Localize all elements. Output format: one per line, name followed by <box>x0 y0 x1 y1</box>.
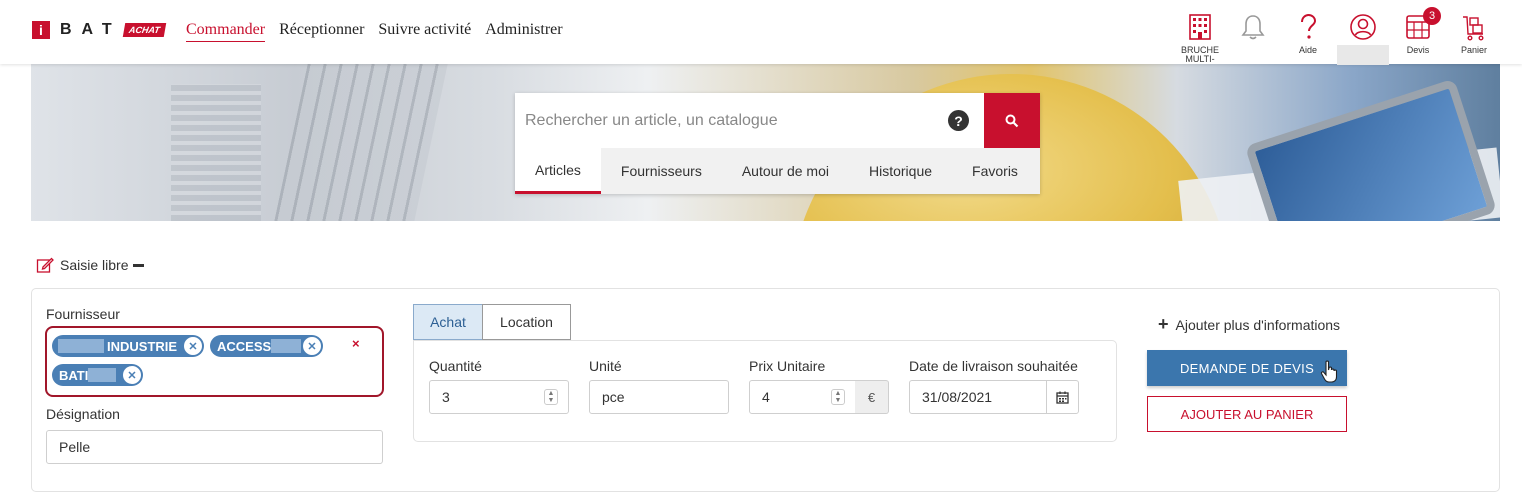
tab-historique[interactable]: Historique <box>849 148 952 194</box>
supplier-name-redacted <box>58 339 104 353</box>
calendar-icon <box>1056 391 1069 404</box>
hand-cursor-icon <box>1320 360 1338 383</box>
cart-link[interactable]: Panier <box>1459 12 1489 55</box>
tab-articles[interactable]: Articles <box>515 148 601 194</box>
supplier-chip-label: BATI <box>59 367 89 383</box>
user-name-redacted <box>1337 45 1389 65</box>
tab-location[interactable]: Location <box>482 304 571 340</box>
nav-commander[interactable]: Commander <box>186 21 266 42</box>
search-input[interactable] <box>515 93 984 148</box>
prix-stepper[interactable]: ▲ ▼ <box>831 389 845 405</box>
remove-chip-icon[interactable]: ✕ <box>302 336 322 356</box>
plus-icon: + <box>1158 314 1169 334</box>
supplier-chip-label: ACCESS <box>217 338 272 354</box>
hero-building-1 <box>171 84 261 221</box>
saisie-libre-label: Saisie libre <box>60 257 129 273</box>
bell-icon <box>1241 15 1265 40</box>
hero-building-2 <box>274 64 448 221</box>
tab-autour-de-moi[interactable]: Autour de moi <box>722 148 849 194</box>
calendar-button[interactable] <box>1046 380 1079 414</box>
quantite-stepper[interactable]: ▲ ▼ <box>544 389 558 405</box>
supplier-name-redacted <box>88 368 117 382</box>
main-nav: Commander Réceptionner Suivre activité A… <box>186 21 563 42</box>
search-icon <box>1005 114 1019 127</box>
quantite-value: 3 <box>442 389 450 405</box>
supplier-chip: ACCESS ✕ <box>210 335 323 357</box>
search-button[interactable] <box>984 93 1040 148</box>
help-label: Aide <box>1298 45 1317 55</box>
nav-administrer[interactable]: Administrer <box>485 21 562 42</box>
tab-favoris[interactable]: Favoris <box>952 148 1038 194</box>
user-account[interactable] <box>1337 12 1389 65</box>
supplier-chip-label: INDUSTRIE <box>107 338 178 354</box>
search-help-icon[interactable]: ? <box>948 110 969 131</box>
notifications[interactable] <box>1238 12 1268 42</box>
supplier-chip: INDUSTRIE ✕ <box>52 335 204 357</box>
cart-icon <box>1463 16 1484 41</box>
quantite-label: Quantité <box>429 358 482 374</box>
devis-badge: 3 <box>1423 7 1441 25</box>
fournisseur-label: Fournisseur <box>46 306 120 322</box>
help-link[interactable]: Aide <box>1293 12 1323 55</box>
more-info-label: Ajouter plus d'informations <box>1175 316 1341 333</box>
cart-label: Panier <box>1460 45 1487 55</box>
add-to-cart-button[interactable]: AJOUTER AU PANIER <box>1147 396 1347 432</box>
devis-label: Devis <box>1406 45 1430 55</box>
designation-input[interactable]: Pelle <box>46 430 383 464</box>
quantite-input[interactable]: 3 ▲ ▼ <box>429 380 569 414</box>
prix-label: Prix Unitaire <box>749 358 826 374</box>
edit-icon <box>36 257 54 273</box>
building-icon <box>1189 14 1211 40</box>
clear-suppliers-icon[interactable]: × <box>352 336 360 351</box>
unite-input[interactable]: pce <box>589 380 729 414</box>
nav-receptionner[interactable]: Réceptionner <box>279 21 364 42</box>
top-header: i BAT ACHAT Commander Réceptionner Suivr… <box>0 0 1522 65</box>
date-label: Date de livraison souhaitée <box>909 358 1078 374</box>
designation-label: Désignation <box>46 406 120 422</box>
tab-achat[interactable]: Achat <box>413 304 483 340</box>
logo-letter: i <box>32 21 50 39</box>
nav-suivre-activite[interactable]: Suivre activité <box>378 21 471 42</box>
add-more-info-link[interactable]: + Ajouter plus d'informations <box>1158 314 1340 335</box>
remove-chip-icon[interactable]: ✕ <box>122 365 142 385</box>
remove-chip-icon[interactable]: ✕ <box>183 336 203 356</box>
collapse-icon[interactable] <box>133 263 145 267</box>
search-box: ? Articles Fournisseurs Autour de moi Hi… <box>515 93 1040 194</box>
saisie-libre-toggle[interactable]: Saisie libre <box>36 256 145 274</box>
company-selector[interactable]: BRUCHE MULTI- <box>1180 12 1220 64</box>
logo-tag: ACHAT <box>122 23 166 37</box>
hero-tablet <box>1244 78 1498 221</box>
currency-addon: € <box>855 380 889 414</box>
prix-value: 4 <box>762 389 770 405</box>
date-input[interactable]: 31/08/2021 <box>909 380 1047 414</box>
devis-link[interactable]: 3 Devis <box>1403 7 1441 55</box>
search-tabs: Articles Fournisseurs Autour de moi Hist… <box>515 148 1040 194</box>
question-icon <box>1301 13 1317 39</box>
supplier-name-redacted <box>271 339 302 353</box>
prix-input[interactable]: 4 ▲ ▼ <box>749 380 856 414</box>
tab-fournisseurs[interactable]: Fournisseurs <box>601 148 722 194</box>
demande-devis-button[interactable]: DEMANDE DE DEVIS <box>1147 350 1347 386</box>
logo-text: BAT <box>60 21 122 38</box>
user-icon <box>1350 14 1376 40</box>
ibat-logo[interactable]: i BAT ACHAT <box>32 21 166 39</box>
supplier-chip: BATI ✕ <box>52 364 143 386</box>
company-label: BRUCHE MULTI- <box>1180 45 1219 64</box>
unite-label: Unité <box>589 358 622 374</box>
